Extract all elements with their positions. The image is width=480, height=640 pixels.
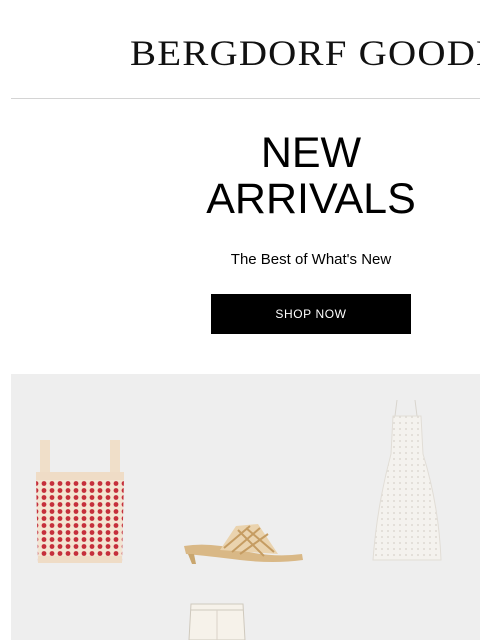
brand-wordmark: BERGDORF GOODMAN <box>130 34 480 74</box>
hero-title-line-1: NEW <box>260 129 362 177</box>
header-divider <box>11 98 480 99</box>
hero-title-line-2: ARRIVALS <box>206 175 416 223</box>
product-collage[interactable] <box>11 374 480 640</box>
shop-now-button[interactable]: SHOP NOW <box>211 294 411 334</box>
product-woven-mule[interactable] <box>180 520 306 566</box>
product-eyelet-maxi-dress[interactable] <box>367 396 447 566</box>
product-cream-trousers[interactable] <box>187 600 247 640</box>
product-knit-tank-top[interactable] <box>32 438 128 566</box>
hero-title: NEW ARRIVALS <box>140 130 480 222</box>
brand-logo[interactable]: BERGDORF GOODMAN <box>130 34 480 74</box>
hero-subtitle: The Best of What's New <box>230 251 392 268</box>
